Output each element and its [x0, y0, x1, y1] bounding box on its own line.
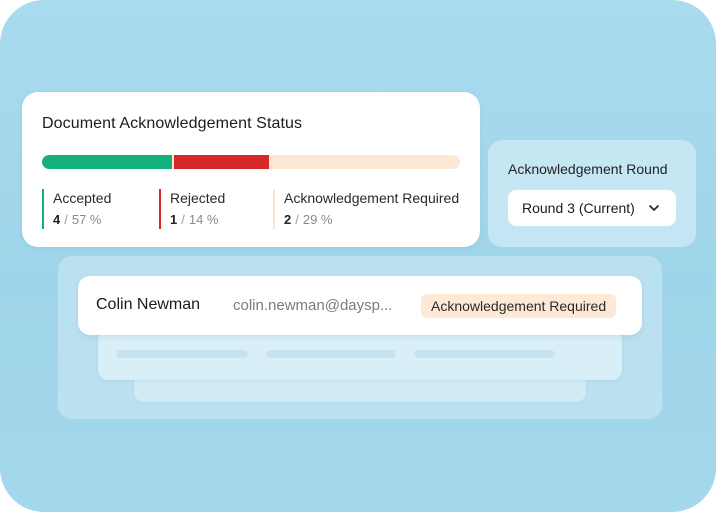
progress-segment-rejected — [174, 155, 269, 169]
stat-percent: 29 % — [302, 212, 333, 227]
stat-accepted: Accepted 4/57 % — [42, 189, 111, 229]
recipient-name: Colin Newman — [96, 296, 201, 313]
status-card-title: Document Acknowledgement Status — [42, 115, 303, 132]
stat-separator: / — [295, 212, 299, 227]
stat-percent: 57 % — [71, 212, 102, 227]
acknowledgement-round-card: Acknowledgement Round Round 3 (Current) — [488, 140, 696, 247]
placeholder-line — [266, 350, 396, 358]
round-label: Acknowledgement Round — [508, 161, 668, 177]
stat-value: 1/14 % — [170, 211, 225, 229]
stat-acknowledgement-required: Acknowledgement Required 2/29 % — [273, 189, 459, 229]
placeholder-line — [116, 350, 248, 358]
canvas-background: Document Acknowledgement Status Accepted… — [0, 0, 716, 512]
placeholder-line — [414, 350, 555, 358]
stat-label: Accepted — [53, 190, 112, 206]
stat-separator: / — [181, 212, 185, 227]
stat-count: 1 — [170, 212, 178, 227]
round-select-dropdown[interactable]: Round 3 (Current) — [508, 190, 676, 226]
stat-value: 2/29 % — [284, 211, 459, 229]
chevron-down-icon — [649, 205, 659, 211]
progress-segment-accepted — [42, 155, 172, 169]
stat-separator: / — [64, 212, 68, 227]
acknowledgement-status-card: Document Acknowledgement Status Accepted… — [22, 92, 480, 247]
recipient-row[interactable]: Colin Newman colin.newman@daysp... Ackno… — [78, 276, 642, 335]
stat-count: 4 — [53, 212, 61, 227]
stat-label: Acknowledgement Required — [284, 190, 460, 206]
round-select-value: Round 3 (Current) — [522, 200, 635, 216]
stat-label: Rejected — [170, 190, 226, 206]
recipient-email: colin.newman@daysp... — [233, 297, 393, 314]
stat-count: 2 — [284, 212, 292, 227]
status-badge: Acknowledgement Required — [421, 294, 617, 318]
stat-percent: 14 % — [188, 212, 219, 227]
acknowledgement-progress-bar — [42, 155, 460, 169]
stat-rejected: Rejected 1/14 % — [159, 189, 225, 229]
placeholder-row — [98, 330, 622, 380]
stat-value: 4/57 % — [53, 211, 111, 229]
